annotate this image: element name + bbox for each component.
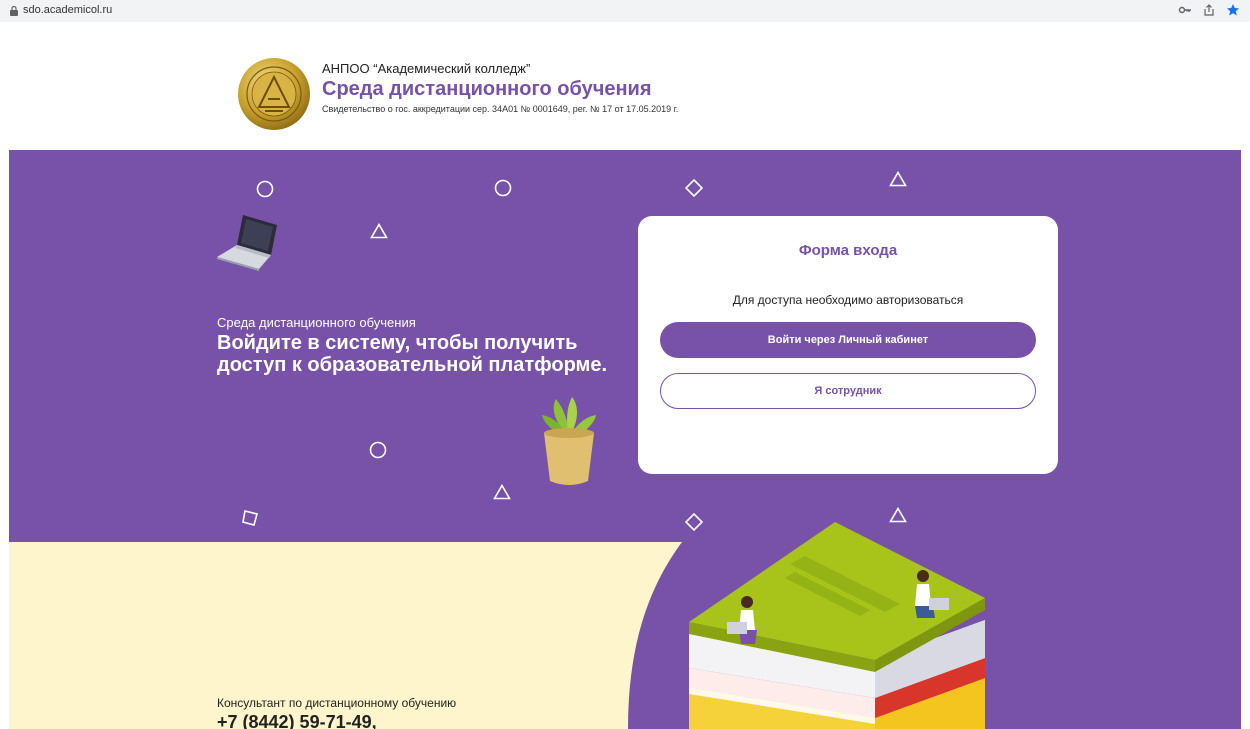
- login-personal-account-button[interactable]: Войти через Личный кабинет: [660, 322, 1036, 358]
- college-logo[interactable]: [237, 57, 311, 131]
- books-illustration: [689, 522, 985, 729]
- consultant-label: Консультант по дистанционному обучению: [217, 696, 457, 710]
- share-icon[interactable]: [1202, 3, 1216, 17]
- lock-icon: [10, 5, 18, 16]
- circle-shape: [369, 441, 387, 459]
- login-form-title: Форма входа: [798, 242, 898, 259]
- employee-login-button[interactable]: Я сотрудник: [660, 373, 1036, 409]
- circle-shape: [256, 180, 274, 198]
- url-text[interactable]: sdo.academicol.ru: [23, 4, 112, 16]
- login-note: Для доступа необходимо авторизоваться: [732, 293, 964, 307]
- circle-shape: [494, 179, 512, 197]
- diamond-shape: [242, 510, 258, 526]
- plant-illustration: [542, 397, 596, 485]
- accreditation-text: Свидетельство о гос. аккредитации сер. 3…: [322, 104, 679, 114]
- login-card: Форма входа Для доступа необходимо автор…: [638, 216, 1058, 474]
- site-title[interactable]: Среда дистанционного обучения: [322, 78, 652, 101]
- star-icon[interactable]: [1226, 3, 1240, 17]
- site-header: АНПОО “Академический колледж” Среда дист…: [0, 22, 1250, 150]
- org-name: АНПОО “Академический колледж”: [322, 61, 531, 76]
- browser-address-bar[interactable]: sdo.academicol.ru: [0, 0, 1250, 22]
- hero-title: Войдите в систему, чтобы получить доступ…: [217, 332, 608, 376]
- diamond-shape: [684, 178, 704, 198]
- triangle-shape: [493, 484, 511, 500]
- triangle-shape: [370, 223, 388, 239]
- key-icon[interactable]: [1178, 3, 1192, 17]
- browser-actions: [1178, 3, 1240, 17]
- hero-subtitle: Среда дистанционного обучения: [217, 315, 416, 330]
- consultant-phone[interactable]: +7 (8442) 59-71-49,: [217, 712, 377, 729]
- triangle-shape: [889, 171, 907, 187]
- laptop-illustration: [217, 215, 277, 271]
